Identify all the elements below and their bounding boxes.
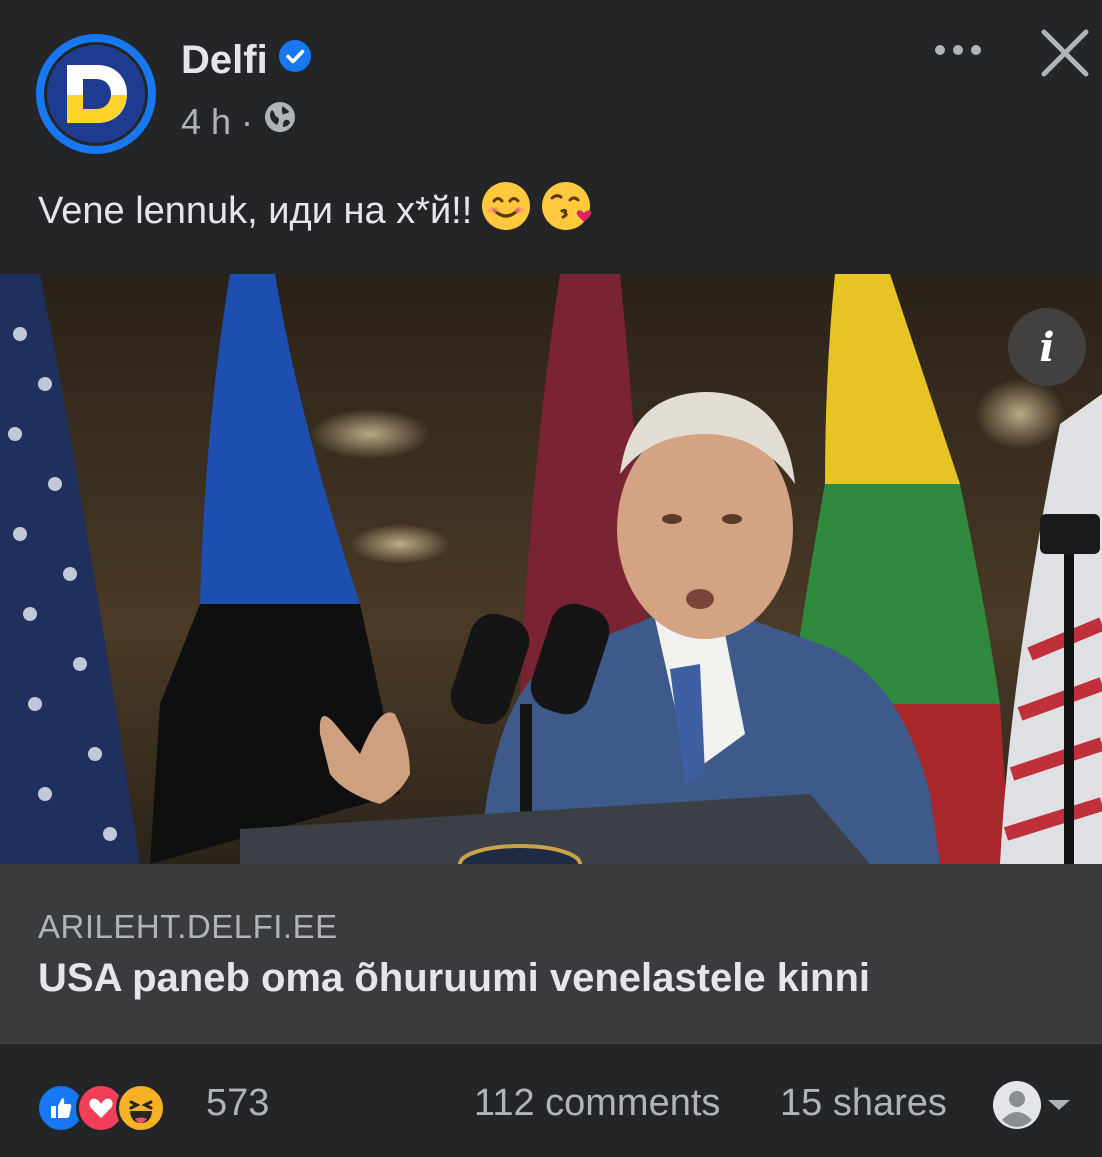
- more-options-button[interactable]: [928, 30, 988, 70]
- user-avatar-icon: [992, 1080, 1042, 1135]
- face-blowing-kiss-icon: [540, 180, 596, 242]
- globe-icon: [263, 100, 297, 143]
- link-title[interactable]: USA paneb oma õhuruumi venelastele kinni: [38, 956, 870, 1001]
- close-button[interactable]: [1038, 26, 1092, 80]
- post-meta: 4 h ·: [181, 100, 297, 143]
- meta-separator: ·: [241, 100, 254, 142]
- link-preview[interactable]: [0, 864, 1102, 1042]
- verified-badge-icon: [278, 38, 312, 83]
- haha-icon: [116, 1083, 166, 1133]
- more-dots-icon: [935, 45, 981, 55]
- reactions-summary[interactable]: [36, 1080, 166, 1136]
- delfi-logo-icon: [44, 42, 148, 146]
- comments-count[interactable]: 112 comments: [474, 1082, 720, 1125]
- post-text-row: Vene lennuk, иди на х*й!!: [38, 180, 596, 242]
- post-time[interactable]: 4 h: [181, 101, 231, 143]
- article-image[interactable]: [0, 274, 1102, 864]
- shares-count[interactable]: 15 shares: [780, 1082, 947, 1125]
- page-name-row: Delfi: [181, 38, 312, 83]
- reaction-count[interactable]: 573: [206, 1082, 269, 1125]
- info-button[interactable]: i: [1008, 308, 1086, 386]
- link-domain[interactable]: ARILEHT.DELFI.EE: [38, 908, 338, 946]
- post-text: Vene lennuk, иди на х*й!!: [38, 189, 473, 232]
- divider: [0, 1042, 1102, 1044]
- smiling-face-icon: [480, 180, 532, 242]
- info-icon: i: [1039, 323, 1055, 371]
- close-icon: [1041, 29, 1089, 77]
- page-name[interactable]: Delfi: [181, 38, 268, 83]
- react-as-selector[interactable]: [992, 1080, 1072, 1135]
- chevron-down-icon: [1046, 1098, 1072, 1117]
- speaker-at-podium-photo: [0, 274, 1102, 864]
- page-avatar[interactable]: [36, 34, 156, 154]
